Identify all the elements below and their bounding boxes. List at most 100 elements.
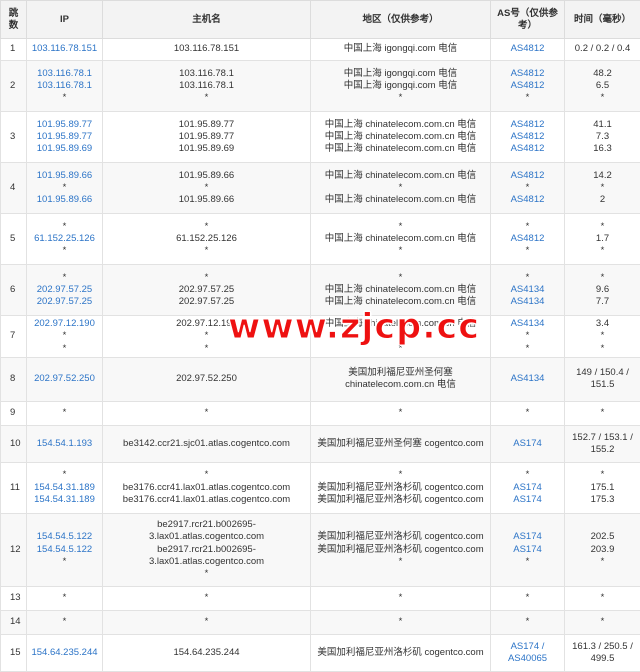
header-region: 地区（仅供参考）	[311, 1, 491, 39]
region-text: *	[314, 407, 487, 419]
ip-link[interactable]: 202.97.57.25	[30, 296, 99, 308]
ip-text: *	[30, 556, 99, 568]
time-text: 6.5	[568, 80, 637, 92]
ip-link[interactable]: 154.54.5.122	[30, 544, 99, 556]
as-link[interactable]: AS4812	[494, 43, 561, 55]
ip-link[interactable]: 154.54.31.189	[30, 494, 99, 506]
time-text: *	[568, 92, 637, 104]
hostname-text: *	[106, 592, 307, 604]
header-ip: IP	[27, 1, 103, 39]
ip-link[interactable]: 103.116.78.151	[30, 43, 99, 55]
as-link[interactable]: AS174	[494, 494, 561, 506]
ip-link[interactable]: 101.95.89.69	[30, 143, 99, 155]
hostname-cell: 202.97.52.250	[103, 357, 311, 401]
region-cell: 中国上海 chinatelecom.com.cn 电信中国上海 chinatel…	[311, 112, 491, 163]
hostname-text: be2917.rcr21.b002695-	[106, 519, 307, 531]
region-text: *	[314, 343, 487, 355]
as-link[interactable]: AS4812	[494, 143, 561, 155]
ip-link[interactable]: 154.64.235.244	[30, 647, 99, 659]
region-text: *	[314, 92, 487, 104]
region-cell: 美国加利福尼亚州圣何塞 cogentco.com	[311, 425, 491, 462]
as-text: *	[494, 592, 561, 604]
as-link[interactable]: AS174	[494, 438, 561, 450]
as-link[interactable]: AS174	[494, 544, 561, 556]
hostname-text: 154.64.235.244	[106, 647, 307, 659]
hop-cell: 12	[1, 513, 27, 586]
as-text: *	[494, 330, 561, 342]
as-link[interactable]: AS174 /	[494, 641, 561, 653]
as-link[interactable]: AS174	[494, 531, 561, 543]
table-row: 10154.54.1.193be3142.ccr21.sjc01.atlas.c…	[1, 425, 640, 462]
as-link[interactable]: AS4812	[494, 80, 561, 92]
ip-link[interactable]: 103.116.78.1	[30, 80, 99, 92]
as-link[interactable]: AS4812	[494, 119, 561, 131]
as-link[interactable]: AS40065	[494, 653, 561, 665]
ip-link[interactable]: 154.54.1.193	[30, 438, 99, 450]
as-link[interactable]: AS4134	[494, 318, 561, 330]
as-link[interactable]: AS4134	[494, 373, 561, 385]
hostname-text: 3.lax01.atlas.cogentco.com	[106, 531, 307, 543]
hop-cell: 3	[1, 112, 27, 163]
ip-link[interactable]: 202.97.52.250	[30, 373, 99, 385]
ip-link[interactable]: 101.95.89.77	[30, 119, 99, 131]
region-text: 美国加利福尼亚州洛杉矶 cogentco.com	[314, 544, 487, 556]
ip-link[interactable]: 101.95.89.66	[30, 194, 99, 206]
region-text: *	[314, 592, 487, 604]
hostname-text: 202.97.12.190	[106, 318, 307, 330]
region-text: *	[314, 469, 487, 481]
hostname-cell: *	[103, 401, 311, 425]
as-link[interactable]: AS4812	[494, 170, 561, 182]
time-cell: 3.4**	[565, 316, 640, 358]
as-link[interactable]: AS4812	[494, 233, 561, 245]
region-text: *	[314, 556, 487, 568]
region-text: 中国上海 chinatelecom.com.cn 电信	[314, 143, 487, 155]
hostname-cell: 103.116.78.1103.116.78.1*	[103, 61, 311, 112]
ip-link[interactable]: 202.97.57.25	[30, 284, 99, 296]
as-link[interactable]: AS4134	[494, 296, 561, 308]
ip-cell: 154.54.1.193	[27, 425, 103, 462]
as-text: *	[494, 221, 561, 233]
as-link[interactable]: AS4812	[494, 68, 561, 80]
hop-cell: 1	[1, 39, 27, 61]
time-text: *	[568, 221, 637, 233]
ip-text: *	[30, 469, 99, 481]
hostname-text: *	[106, 272, 307, 284]
header-hostname: 主机名	[103, 1, 311, 39]
region-cell: *	[311, 586, 491, 610]
time-text: 41.1	[568, 119, 637, 131]
time-cell: *175.1175.3	[565, 462, 640, 513]
as-text: *	[494, 92, 561, 104]
hostname-cell: *	[103, 586, 311, 610]
ip-link[interactable]: 202.97.12.190	[30, 318, 99, 330]
ip-link[interactable]: 154.54.5.122	[30, 531, 99, 543]
ip-link[interactable]: 103.116.78.1	[30, 68, 99, 80]
ip-cell: *	[27, 610, 103, 634]
time-text: 155.2	[568, 444, 637, 456]
time-cell: 202.5203.9*	[565, 513, 640, 586]
ip-link[interactable]: 101.95.89.77	[30, 131, 99, 143]
hostname-cell: *be3176.ccr41.lax01.atlas.cogentco.combe…	[103, 462, 311, 513]
as-link[interactable]: AS4812	[494, 194, 561, 206]
ip-link[interactable]: 101.95.89.66	[30, 170, 99, 182]
as-cell: AS4134	[491, 357, 565, 401]
region-text: 中国上海 chinatelecom.com.cn 电信	[314, 194, 487, 206]
hostname-text: 101.95.89.66	[106, 194, 307, 206]
as-text: *	[494, 556, 561, 568]
hostname-cell: 101.95.89.77101.95.89.77101.95.89.69	[103, 112, 311, 163]
hostname-text: 103.116.78.151	[106, 43, 307, 55]
hostname-text: be3142.ccr21.sjc01.atlas.cogentco.com	[106, 438, 307, 450]
as-cell: *	[491, 586, 565, 610]
as-link[interactable]: AS4812	[494, 131, 561, 143]
as-cell: AS4134**	[491, 316, 565, 358]
hostname-text: *	[106, 616, 307, 628]
hop-cell: 8	[1, 357, 27, 401]
table-body: 1103.116.78.151103.116.78.151中国上海 igongq…	[1, 39, 640, 672]
table-row: 6*202.97.57.25202.97.57.25*202.97.57.252…	[1, 265, 640, 316]
as-text: *	[494, 343, 561, 355]
as-link[interactable]: AS174	[494, 482, 561, 494]
time-text: 16.3	[568, 143, 637, 155]
hostname-cell: *61.152.25.126*	[103, 214, 311, 265]
ip-link[interactable]: 61.152.25.126	[30, 233, 99, 245]
ip-link[interactable]: 154.54.31.189	[30, 482, 99, 494]
as-link[interactable]: AS4134	[494, 284, 561, 296]
